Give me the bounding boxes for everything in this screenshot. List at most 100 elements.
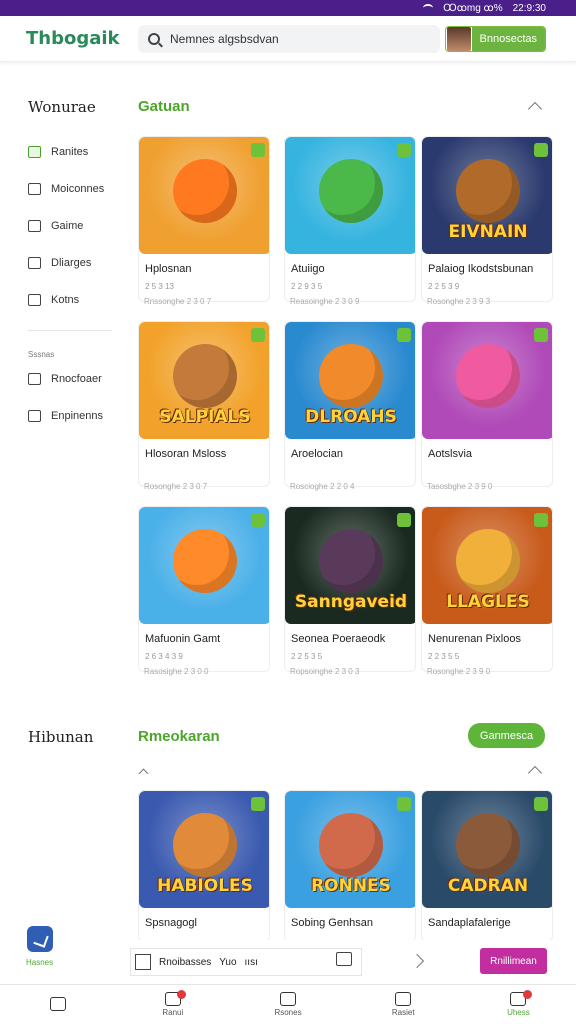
action-label-3: ıısı: [244, 956, 258, 968]
sidebar-item-3[interactable]: Dliarges: [28, 257, 91, 269]
pencil-icon[interactable]: [27, 926, 53, 952]
action-label-2: Yuo: [219, 956, 237, 968]
inbox-icon[interactable]: [336, 952, 352, 966]
calendar-icon: [28, 257, 41, 269]
character-art: [456, 159, 520, 223]
nav-tab-label: Uhess: [507, 1008, 530, 1017]
sidebar-title: Wonurae: [28, 98, 96, 116]
game-meta: Rosonghe 2 3 9 0: [427, 667, 491, 676]
section-title-hibunan: Hibunan: [28, 728, 94, 746]
sidebar-divider: [28, 330, 112, 331]
game-title: Seonea Poeraeodk: [291, 633, 386, 645]
favorite-badge-icon[interactable]: [534, 797, 548, 811]
game-logo-text: EIVNAIN: [448, 222, 528, 242]
game-meta: Reasoinghe 2 3 0 9: [290, 297, 360, 306]
favorite-badge-icon[interactable]: [397, 513, 411, 527]
game-thumbnail[interactable]: DLROAHS: [285, 322, 415, 439]
game-thumbnail[interactable]: Sanngaveid: [285, 507, 415, 624]
favorite-badge-icon[interactable]: [251, 143, 265, 157]
game-rating: 2 2 9 3 5: [291, 282, 323, 291]
chevron-up-icon[interactable]: [527, 101, 543, 117]
favorite-badge-icon[interactable]: [251, 513, 265, 527]
game-card[interactable]: CADRAN Sandaplafalerige: [421, 790, 553, 942]
app-logo[interactable]: Thbogaik: [26, 28, 138, 49]
favorite-badge-icon[interactable]: [251, 328, 265, 342]
game-logo-text: RONNES: [311, 876, 391, 896]
game-thumbnail[interactable]: LLAGLES: [422, 507, 552, 624]
nav-tab-2[interactable]: Rsones: [230, 985, 345, 1024]
sidebar-item-2[interactable]: Gaime: [28, 220, 83, 232]
game-thumbnail[interactable]: [422, 322, 552, 439]
sidebar-section-item-1[interactable]: Enpinenns: [28, 410, 103, 422]
search-placeholder: Nemnes algsbsdvan: [170, 31, 279, 46]
image-icon: [135, 954, 151, 970]
bolt-icon: [28, 183, 41, 195]
game-thumbnail[interactable]: [139, 507, 269, 624]
primary-action-button[interactable]: Rnillimean: [480, 948, 547, 974]
game-card[interactable]: SALPIALS Hlosoran Msloss: [138, 321, 270, 487]
action-input[interactable]: Rnoibasses Yuo ıısı: [130, 948, 362, 976]
sidebar-item-label: Dliarges: [51, 257, 92, 269]
user-icon: [395, 992, 412, 1006]
game-card[interactable]: HABIOLES Spsnagogl: [138, 790, 270, 942]
game-thumbnail[interactable]: [285, 137, 415, 254]
sidebar-item-1[interactable]: Moiconnes: [28, 183, 104, 195]
game-thumbnail[interactable]: HABIOLES: [139, 791, 269, 908]
chevron-up-icon-2[interactable]: [527, 765, 543, 781]
game-card[interactable]: Sanngaveid Seonea Poeraeodk 2 2 5 3 5: [284, 506, 416, 672]
game-rating: 2 2 5 3 9: [428, 282, 460, 291]
connect-button[interactable]: Bnnosectas: [444, 25, 546, 52]
game-card[interactable]: Aotslsvia: [421, 321, 553, 487]
search-icon: [148, 32, 160, 45]
status-bar: Ꝏꝏmg ꝏ% 22:9:30: [0, 0, 576, 16]
sidebar-item-label: Ranites: [51, 146, 89, 158]
game-card[interactable]: DLROAHS Aroelocian: [284, 321, 416, 487]
game-thumbnail[interactable]: SALPIALS: [139, 322, 269, 439]
game-title: Hlosoran Msloss: [145, 448, 227, 460]
character-art: [319, 529, 383, 593]
game-thumbnail[interactable]: EIVNAIN: [422, 137, 552, 254]
game-meta: Ropsoinghe 2 3 0 3: [290, 667, 360, 676]
nav-tab-0[interactable]: [0, 985, 115, 1024]
favorite-badge-icon[interactable]: [397, 797, 411, 811]
favorite-badge-icon[interactable]: [534, 328, 548, 342]
favorite-badge-icon[interactable]: [534, 143, 548, 157]
chevron-up-small-icon[interactable]: [138, 768, 149, 779]
section-title-rmeokaran: Rmeokaran: [138, 728, 220, 745]
chevron-right-icon[interactable]: [409, 953, 425, 969]
favorite-badge-icon[interactable]: [534, 513, 548, 527]
game-title: Nenurenan Pixloos: [428, 633, 521, 645]
game-card[interactable]: Atuiigo 2 2 9 3 5: [284, 136, 416, 302]
game-meta: Rasosighe 2 3 0 0: [144, 667, 209, 676]
nav-tab-1[interactable]: Ranui: [115, 985, 230, 1024]
sidebar-section-item-label: Enpinenns: [51, 410, 103, 422]
nav-tab-4[interactable]: Uhess: [461, 985, 576, 1024]
search-input[interactable]: Nemnes algsbsdvan: [138, 24, 440, 53]
favorite-badge-icon[interactable]: [397, 328, 411, 342]
game-card[interactable]: Mafuonin Gamt 2 6 3 4 3 9: [138, 506, 270, 672]
game-thumbnail[interactable]: CADRAN: [422, 791, 552, 908]
more-games-button[interactable]: Ganmesca: [468, 723, 545, 748]
game-rating: 2 2 3 5 5: [428, 652, 460, 661]
game-card[interactable]: EIVNAIN Palaiog Ikodstsbunan 2 2 5 3 9: [421, 136, 553, 302]
game-rating: 2 6 3 4 3 9: [145, 652, 183, 661]
favorite-badge-icon[interactable]: [397, 143, 411, 157]
game-thumbnail[interactable]: RONNES: [285, 791, 415, 908]
character-art: [456, 529, 520, 593]
game-card[interactable]: RONNES Sobing Genhsan: [284, 790, 416, 942]
game-card[interactable]: Hplosnan 2 5 3 13: [138, 136, 270, 302]
person-icon: [28, 294, 41, 306]
grid-icon: [28, 146, 41, 158]
character-art: [319, 159, 383, 223]
game-thumbnail[interactable]: [139, 137, 269, 254]
nav-tab-3[interactable]: Rasiet: [346, 985, 461, 1024]
game-title: Sandaplafalerige: [428, 917, 511, 929]
game-title: Spsnagogl: [145, 917, 197, 929]
sidebar-item-0[interactable]: Ranites: [28, 146, 88, 158]
game-card[interactable]: LLAGLES Nenurenan Pixloos 2 2 3 5 5: [421, 506, 553, 672]
box-icon: [28, 373, 41, 385]
sidebar-item-4[interactable]: Kotns: [28, 294, 79, 306]
favorite-badge-icon[interactable]: [251, 797, 265, 811]
sidebar-section-item-0[interactable]: Rnocfoaer: [28, 373, 102, 385]
game-logo-text: HABIOLES: [157, 876, 253, 896]
